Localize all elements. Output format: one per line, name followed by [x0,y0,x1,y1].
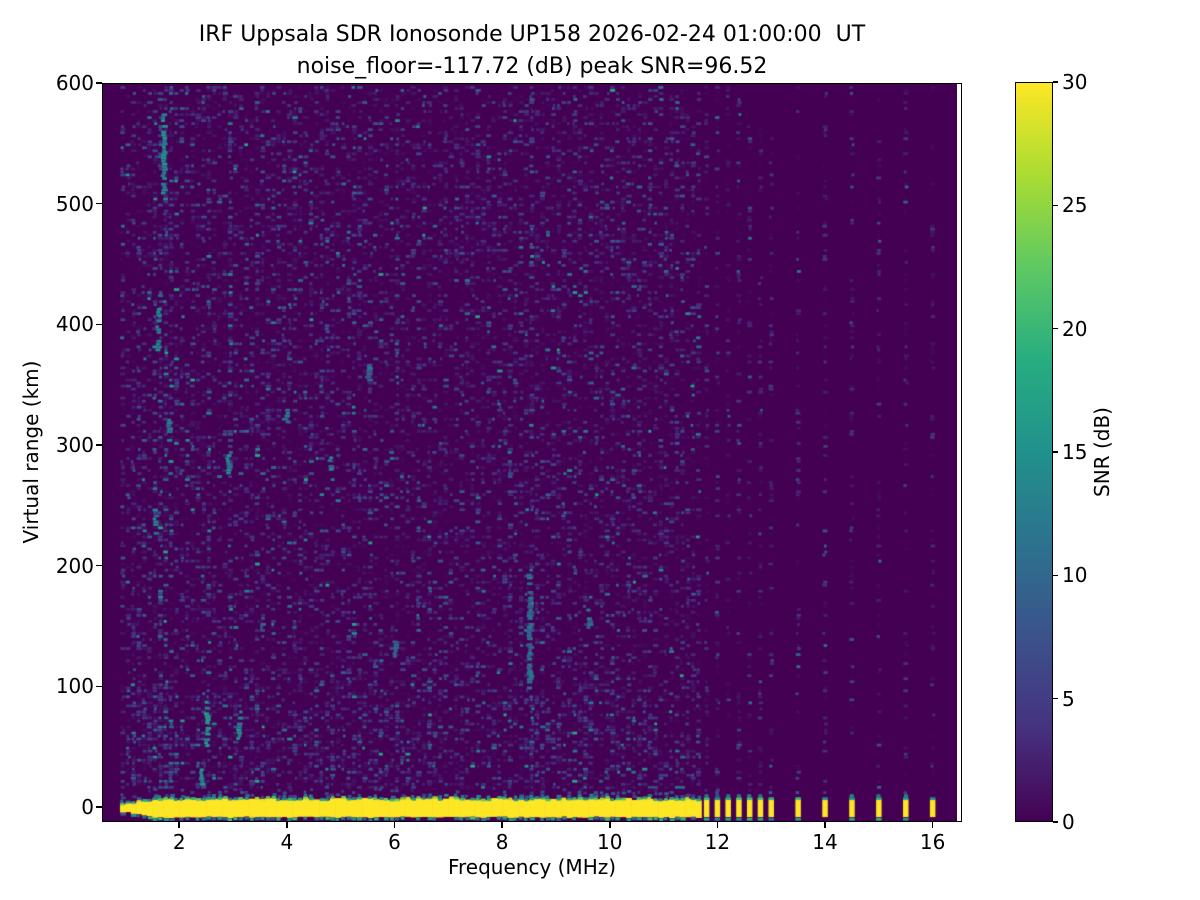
y-tick-mark [96,82,102,84]
colorbar-tick-label: 25 [1062,193,1088,218]
colorbar [1015,82,1053,822]
y-tick-label: 200 [55,553,94,578]
y-tick-label: 600 [55,71,94,95]
colorbar-tick-label: 30 [1062,70,1088,94]
x-tick-label: 12 [704,830,731,854]
colorbar-tick-label: 0 [1062,810,1075,834]
y-tick-label: 100 [55,674,94,699]
colorbar-tick-label: 10 [1062,563,1088,588]
colorbar-tick-mark [1053,821,1058,823]
chart-title: IRF Uppsala SDR Ionosonde UP158 2026-02-… [198,22,866,47]
x-tick-label: 4 [280,830,294,854]
colorbar-tick-label: 15 [1062,440,1088,464]
x-tick-label: 16 [919,830,946,854]
x-tick-label: 2 [172,830,186,854]
ionogram-figure: IRF Uppsala SDR Ionosonde UP158 2026-02-… [0,0,1200,900]
y-tick-mark [96,323,102,326]
colorbar-tick-mark [1053,204,1058,207]
colorbar-tick-mark [1053,574,1058,577]
x-tick-label: 10 [597,830,623,854]
colorbar-tick-label: 5 [1062,686,1075,711]
y-tick-label: 0 [81,795,94,820]
y-tick-mark [96,202,102,205]
heatmap-canvas [103,84,957,821]
x-tick-mark [931,822,934,828]
colorbar-tick-mark [1053,81,1058,83]
colorbar-tick-mark [1053,327,1058,330]
y-tick-label: 500 [55,191,94,216]
x-tick-mark [178,822,181,828]
y-tick-mark [96,444,102,446]
y-tick-label: 300 [55,433,94,458]
colorbar-tick-mark [1053,451,1058,453]
chart-subtitle: noise_floor=-117.72 (dB) peak SNR=96.52 [296,54,768,79]
colorbar-label: SNR (dB) [1090,407,1114,497]
y-tick-mark [96,806,102,808]
y-tick-mark [96,564,102,567]
x-tick-mark [608,822,611,828]
x-tick-mark [286,822,288,828]
x-tick-label: 14 [812,830,838,854]
x-tick-mark [824,822,826,828]
x-axis-label: Frequency (MHz) [447,855,617,879]
y-tick-mark [96,685,102,688]
x-tick-mark [501,822,503,828]
x-tick-label: 6 [388,830,401,854]
colorbar-tick-label: 20 [1062,316,1088,341]
x-tick-mark [716,822,719,828]
x-tick-mark [393,822,396,828]
x-tick-label: 8 [495,830,509,854]
colorbar-tick-mark [1053,697,1058,700]
y-tick-label: 400 [55,312,94,337]
